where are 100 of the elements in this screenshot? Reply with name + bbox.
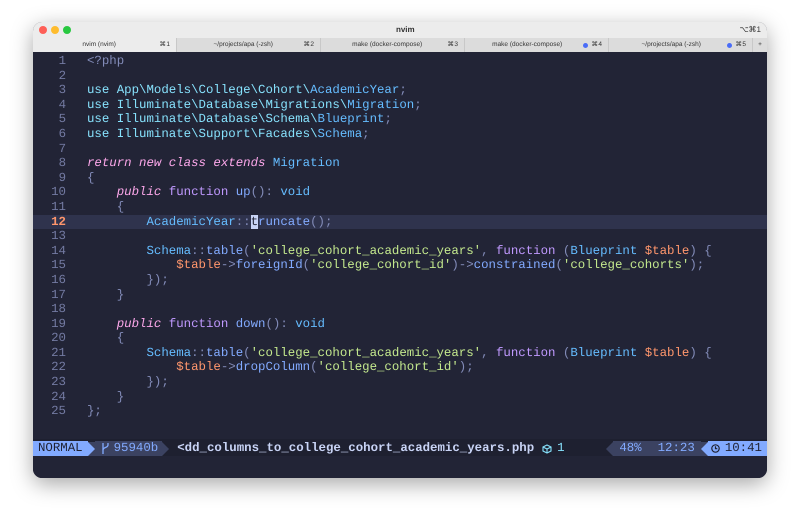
line-number: 18	[50, 302, 66, 317]
line-number: 13	[50, 229, 66, 244]
namespace: App\Models\College\Cohort\	[116, 83, 310, 98]
punctuation: {	[116, 200, 124, 215]
line-number: 16	[50, 272, 66, 288]
class-name: Migration	[347, 98, 414, 112]
punctuation: ;	[414, 98, 422, 112]
class-name: void	[279, 185, 310, 200]
line-number: 17	[50, 288, 66, 302]
string-literal: 'college_cohort_academic_years'	[250, 346, 482, 360]
keyword: public	[116, 185, 162, 200]
line-number: 14	[50, 244, 66, 258]
function-name: table	[206, 244, 244, 258]
punctuation: (	[555, 258, 563, 273]
punctuation: ;	[399, 83, 407, 98]
punctuation: ();	[310, 214, 332, 230]
punctuation: ,	[481, 244, 489, 258]
punctuation: );	[689, 258, 704, 273]
punctuation: }	[116, 288, 124, 302]
keyword: use	[87, 112, 110, 127]
punctuation: });	[145, 272, 169, 288]
punctuation: });	[145, 375, 169, 390]
keyword: function	[494, 244, 556, 258]
punctuation: ():	[265, 316, 288, 332]
punctuation: ::	[191, 244, 206, 258]
cursor-character: t	[250, 214, 258, 230]
function-name: runcate	[258, 214, 310, 230]
punctuation: ::	[191, 346, 206, 360]
string-literal: 'college_cohort_id'	[310, 258, 452, 273]
punctuation: {	[87, 170, 94, 186]
punctuation: (	[562, 346, 570, 360]
punctuation: ) {	[689, 346, 712, 360]
punctuation: (	[310, 360, 318, 376]
class-name: Migration	[272, 156, 340, 171]
class-name: Blueprint	[570, 346, 638, 360]
line-number: 10	[50, 185, 66, 200]
punctuation: ->	[220, 258, 236, 273]
line-number: 25	[50, 404, 66, 419]
clock-icon	[710, 444, 720, 453]
clock-time: 10:41	[724, 441, 762, 456]
string-literal: 'college_cohort_id'	[318, 360, 459, 376]
string-literal: 'college_cohort_academic_years'	[250, 244, 482, 258]
variable: $table	[644, 346, 690, 360]
punctuation: ;	[362, 126, 370, 142]
keyword: public	[116, 316, 162, 332]
variable: $table	[175, 258, 221, 273]
punctuation: (	[302, 258, 310, 273]
keyword: use	[87, 83, 110, 98]
function-name: down	[234, 316, 266, 332]
line-number: 23	[50, 375, 66, 390]
window-shortcut: ⌥⌘1	[740, 24, 761, 36]
line-number: 20	[50, 331, 66, 346]
punctuation: (	[243, 346, 251, 360]
class-name: void	[294, 316, 325, 332]
line-number: 19	[50, 316, 66, 332]
mode-indicator: NORMAL	[33, 441, 88, 456]
keyword: function	[168, 316, 228, 332]
punctuation: };	[87, 404, 102, 419]
punctuation: );	[458, 360, 474, 376]
class-name: Schema	[145, 244, 192, 258]
function-name: constrained	[474, 258, 556, 273]
namespace: Illuminate\Support\Facades\	[116, 126, 318, 142]
punctuation: )->	[451, 258, 474, 273]
class-name: Schema	[145, 346, 192, 360]
line-number: 5	[58, 112, 66, 127]
punctuation: ():	[250, 185, 273, 200]
line-number: 15	[50, 258, 66, 273]
keyword: use	[87, 98, 110, 112]
punctuation: ,	[481, 346, 489, 360]
function-name: table	[206, 346, 244, 360]
cube-icon	[542, 444, 552, 454]
keyword: function	[494, 346, 556, 360]
punctuation: }	[116, 390, 124, 404]
line-number: 12	[50, 214, 66, 230]
diagnostics-count: 1	[557, 441, 565, 456]
minimize-icon[interactable]	[51, 26, 59, 34]
class-name: AcademicYear	[310, 83, 400, 98]
class-name: AcademicYear	[145, 214, 236, 230]
line-number: 2	[58, 68, 66, 84]
punctuation: ) {	[689, 244, 712, 258]
variable: $table	[175, 360, 221, 376]
keyword: return new class extends	[87, 156, 266, 171]
punctuation: (	[243, 244, 251, 258]
class-name: Blueprint	[570, 244, 638, 258]
class-name: Blueprint	[318, 112, 384, 127]
line-number: 4	[58, 98, 66, 112]
commit-hash: 95940b	[114, 441, 158, 456]
punctuation: ->	[220, 360, 236, 376]
punctuation: ::	[236, 214, 251, 230]
variable: $table	[644, 244, 690, 258]
function-name: up	[234, 185, 251, 200]
cursor-position: 12:23	[658, 441, 695, 456]
line-number: 24	[50, 390, 66, 404]
punctuation: (	[562, 244, 570, 258]
close-icon[interactable]	[39, 26, 47, 34]
keyword: function	[168, 185, 228, 200]
class-name: Schema	[318, 126, 362, 142]
file-name: <dd_columns_to_college_cohort_academic_years.php	[176, 441, 536, 456]
maximize-icon[interactable]	[63, 26, 71, 34]
scroll-percent: 48%	[619, 441, 642, 456]
